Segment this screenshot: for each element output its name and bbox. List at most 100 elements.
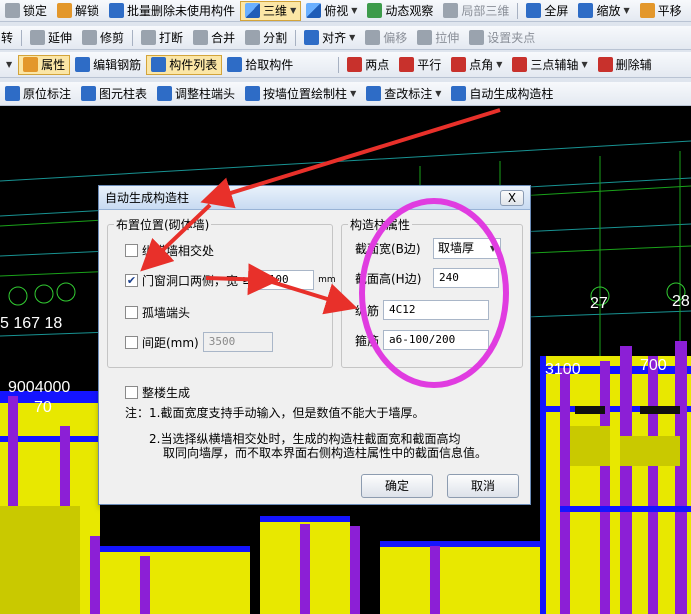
lock-button[interactable]: 锁定 — [0, 1, 52, 21]
auto-gen-column-button[interactable]: 自动生成构造柱 — [446, 84, 558, 104]
ok-button[interactable]: 确定 — [361, 474, 433, 498]
axis-label: 5 167 18 — [0, 315, 62, 332]
wall-end-checkbox[interactable] — [125, 306, 138, 319]
hand-icon — [639, 3, 655, 18]
axis-label: 3100 — [545, 361, 581, 378]
axis-label: 28 — [672, 293, 690, 310]
section-width-select[interactable]: 取墙厚 ▼ — [433, 238, 501, 259]
separator — [295, 29, 297, 46]
stirrup-field[interactable]: a6-100/200 — [383, 330, 489, 350]
opening-width-field[interactable]: 2100 — [256, 270, 315, 290]
opening-option[interactable]: ✔ 门窗洞口两侧，宽 ≥ 2100 mm — [125, 270, 336, 290]
axis-label: 700 — [640, 357, 667, 374]
split-label: 分割 — [263, 31, 288, 45]
wall-end-option[interactable]: 孤墙端头 — [125, 304, 190, 321]
split-icon — [245, 30, 261, 45]
three-point-aux-button[interactable]: 三点辅轴 ▼ — [507, 55, 592, 75]
extend-icon — [30, 30, 46, 45]
fullscreen-button[interactable]: 全屏 — [521, 1, 573, 21]
batch-delete-label: 批量删除未使用构件 — [127, 4, 236, 18]
batch-delete-button[interactable]: 批量删除未使用构件 — [104, 1, 240, 21]
stretch-button[interactable]: 拉伸 — [412, 28, 464, 48]
set-node-button[interactable]: 设置夹点 — [464, 28, 540, 48]
section-height-field[interactable]: 240 — [433, 268, 499, 288]
zoom-button[interactable]: 缩放 ▼ — [573, 1, 634, 21]
check-label-text: 查改标注 — [384, 87, 433, 101]
local-3d-button[interactable]: 局部三维 — [438, 1, 514, 21]
chevron-down-icon[interactable]: ▼ — [6, 60, 12, 69]
point-angle-button[interactable]: 点角 ▼ — [446, 55, 507, 75]
unlock-button[interactable]: 解锁 — [52, 1, 104, 21]
draw-col-by-wall-label: 按墙位置绘制柱 — [263, 87, 348, 101]
edit-rebar-button[interactable]: 编辑钢筋 — [70, 55, 146, 75]
check-label-button[interactable]: 查改标注 ▼ — [361, 84, 446, 104]
origin-label-text: 原位标注 — [23, 87, 72, 101]
merge-label: 合并 — [211, 31, 236, 45]
delete-aux-button[interactable]: 删除辅 — [593, 55, 657, 75]
break-button[interactable]: 打断 — [136, 28, 188, 48]
set-node-icon — [469, 30, 485, 45]
merge-button[interactable]: 合并 — [188, 28, 240, 48]
draw-col-by-wall-button[interactable]: 按墙位置绘制柱 ▼ — [240, 84, 361, 104]
cube-icon — [245, 3, 261, 18]
zoom-label: 缩放 — [596, 4, 621, 18]
pick-component-label: 拾取构件 — [245, 58, 294, 72]
property-button[interactable]: 属性 — [18, 54, 71, 75]
dialog-title: 自动生成构造柱 — [99, 186, 530, 210]
spacing-checkbox[interactable] — [125, 335, 138, 349]
spacing-field[interactable]: 3500 — [202, 332, 273, 352]
parallel-button[interactable]: 平行 — [394, 55, 446, 75]
two-points-icon — [347, 57, 363, 72]
top-view-label: 俯视 — [324, 4, 349, 18]
top-view-button[interactable]: 俯视 ▼ — [301, 1, 362, 21]
opening-checkbox[interactable]: ✔ — [125, 273, 138, 287]
separator — [132, 29, 134, 46]
orbit-icon — [367, 3, 383, 18]
pan-button[interactable]: 平移 — [635, 1, 687, 21]
close-button[interactable]: X — [500, 190, 524, 206]
axis-label: 9004000 — [8, 379, 70, 396]
two-points-button[interactable]: 两点 — [342, 55, 394, 75]
lock-icon — [5, 3, 20, 18]
component-toolbar: ▼ 属性 编辑钢筋 构件列表 拾取构件 两点 平行 点角 ▼ 三点辅轴 ▼ 删除辅 — [0, 52, 691, 78]
origin-label-button[interactable]: 原位标注 — [0, 84, 76, 104]
trim-button[interactable]: 修剪 — [77, 28, 129, 48]
element-table-button[interactable]: 图元柱表 — [76, 84, 152, 104]
offset-button[interactable]: 偏移 — [360, 28, 412, 48]
unlock-icon — [57, 3, 73, 18]
adjust-col-end-button[interactable]: 调整柱端头 — [152, 84, 240, 104]
view-3d-button[interactable]: 三维 ▼ — [240, 0, 302, 21]
rotate-label: 转 — [1, 31, 14, 45]
spacing-option[interactable]: 间距(mm) 3500 — [125, 332, 273, 352]
extend-label: 延伸 — [48, 31, 73, 45]
cross-wall-checkbox[interactable] — [125, 244, 138, 257]
long-rebar-field[interactable]: 4C12 — [383, 300, 489, 320]
spacing-label: 间距(mm) — [142, 335, 199, 350]
long-rebar-row: 纵筋 4C12 — [355, 300, 489, 320]
cancel-button[interactable]: 取消 — [447, 474, 519, 498]
fullscreen-icon — [526, 3, 542, 18]
dynamic-view-button[interactable]: 动态观察 — [362, 1, 438, 21]
view-3d-label: 三维 — [263, 4, 288, 18]
note-line-1: 注：1.截面宽度支持手动输入，但是数值不能大于墙厚。 — [125, 406, 425, 420]
pick-component-button[interactable]: 拾取构件 — [222, 55, 298, 75]
whole-floor-option[interactable]: 整楼生成 — [125, 384, 190, 401]
cross-wall-option[interactable]: 纵横墙相交处 — [125, 242, 214, 259]
split-button[interactable]: 分割 — [240, 28, 292, 48]
section-width-row: 截面宽(B边) 取墙厚 ▼ — [355, 238, 501, 259]
separator — [21, 29, 23, 46]
align-button[interactable]: 对齐 ▼ — [299, 28, 360, 48]
component-list-button[interactable]: 构件列表 — [146, 54, 223, 75]
delete-aux-icon — [597, 57, 613, 72]
extend-button[interactable]: 延伸 — [25, 28, 77, 48]
chevron-down-icon: ▼ — [581, 60, 588, 69]
chevron-down-icon: ▼ — [489, 244, 496, 253]
columns-right — [540, 341, 691, 614]
fullscreen-label: 全屏 — [544, 4, 569, 18]
pick-icon — [227, 57, 243, 72]
draw-column-icon — [245, 86, 261, 101]
edit-rebar-label: 编辑钢筋 — [93, 58, 142, 72]
stirrup-label: 箍筋 — [355, 333, 380, 348]
rotate-button[interactable]: 转 — [0, 28, 18, 48]
whole-floor-checkbox[interactable] — [125, 386, 138, 399]
